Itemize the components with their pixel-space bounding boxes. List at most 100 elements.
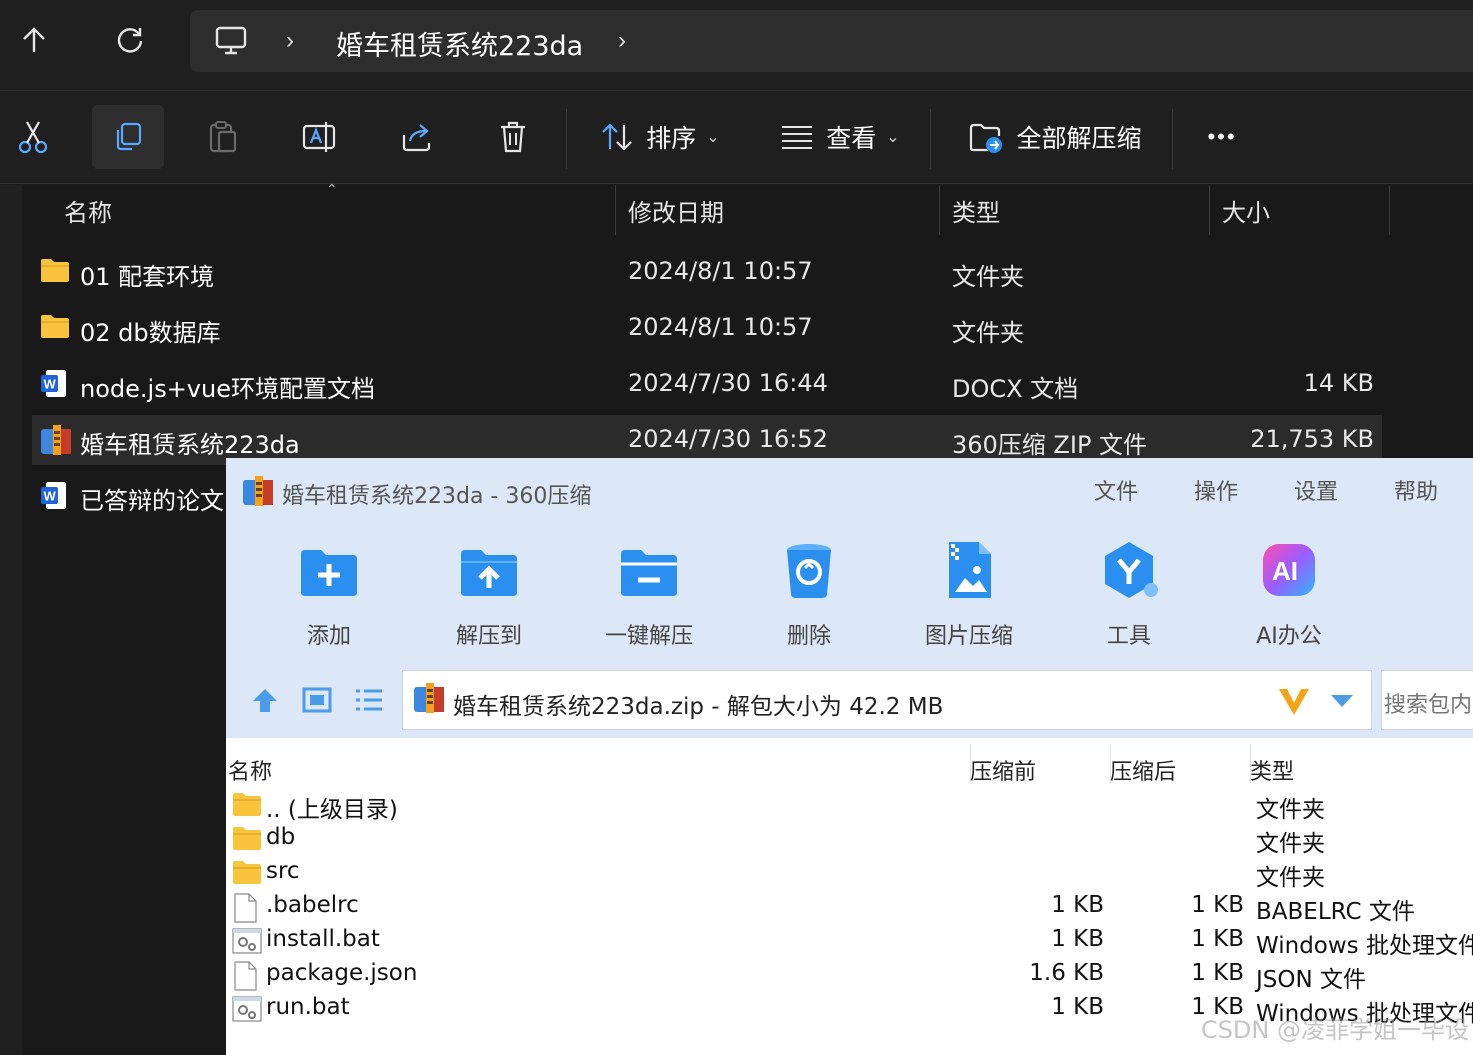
entry-type: 文件夹 — [1256, 865, 1325, 891]
folder-icon — [232, 825, 262, 856]
archiver-title: 婚车租赁系统223da - 360压缩 — [282, 484, 592, 509]
extract-all-icon — [970, 123, 1003, 153]
share-icon[interactable] — [384, 105, 450, 169]
column-divider[interactable] — [615, 185, 616, 235]
sort-icon — [602, 123, 633, 151]
file-row[interactable]: W node.js+vue环境配置文档 2024/7/30 16:44 DOCX… — [32, 359, 1382, 409]
archive-entry-row[interactable]: .babelrc 1 KB 1 KB BABELRC 文件 — [230, 890, 1473, 925]
one-click-extract-button[interactable]: 一键解压 — [594, 538, 704, 650]
entry-size-before: 1.6 KB — [1029, 960, 1104, 986]
archive-search-input[interactable]: 搜索包内 — [1381, 670, 1473, 730]
entry-size-after: 1 KB — [1191, 960, 1244, 986]
copy-icon[interactable] — [92, 105, 164, 169]
address-bar[interactable]: › 婚车租赁系统223da › — [190, 10, 1473, 72]
image-compress-label: 图片压缩 — [924, 624, 1013, 649]
sort-button[interactable]: 排序 ⌄ — [590, 105, 730, 169]
batch-file-icon — [232, 927, 262, 960]
up-arrow-icon[interactable] — [12, 18, 56, 62]
extract-all-button[interactable]: 全部解压缩 — [960, 105, 1150, 169]
menu-operation[interactable]: 操作 — [1194, 474, 1238, 506]
delete-icon[interactable] — [480, 105, 546, 169]
file-type: DOCX 文档 — [952, 375, 1079, 403]
column-divider[interactable] — [1209, 185, 1210, 235]
tools-button[interactable]: 工具 — [1074, 538, 1184, 650]
add-button[interactable]: 添加 — [274, 538, 384, 650]
ai-office-label: AI办公 — [1256, 624, 1322, 649]
add-folder-icon — [297, 538, 361, 602]
zip-archive-icon — [40, 425, 72, 460]
folder-icon — [40, 257, 70, 288]
recycle-bin-icon — [777, 538, 841, 602]
file-name: node.js+vue环境配置文档 — [80, 375, 375, 403]
rename-icon[interactable] — [286, 105, 352, 169]
archive-path-text: 婚车租赁系统223da.zip - 解包大小为 42.2 MB — [453, 694, 944, 720]
command-toolbar: 排序 ⌄ 查看 ⌄ 全部解压缩 ••• — [0, 90, 1473, 184]
toolbar-divider — [930, 109, 931, 169]
word-doc-icon: W — [40, 481, 68, 516]
computer-icon — [214, 24, 248, 63]
archive-path-field[interactable]: 婚车租赁系统223da.zip - 解包大小为 42.2 MB — [402, 670, 1372, 730]
archive-entry-row[interactable]: install.bat 1 KB 1 KB Windows 批处理文件 — [230, 924, 1473, 960]
refresh-icon[interactable] — [108, 18, 152, 62]
dropdown-arrow-icon[interactable] — [1329, 693, 1355, 714]
archive-entry-row[interactable]: db 文件夹 — [230, 822, 1473, 857]
entry-name: package.json — [266, 960, 418, 986]
column-header-size[interactable]: 大小 — [1222, 185, 1270, 235]
file-modified: 2024/7/30 16:52 — [628, 425, 828, 453]
archiver-title-bar: 婚车租赁系统223da - 360压缩 文件 操作 设置 帮助 — [226, 458, 1473, 522]
file-name: 02 db数据库 — [80, 319, 221, 347]
column-header-type[interactable]: 类型 — [952, 185, 1000, 235]
file-name: 婚车租赁系统223da — [80, 431, 300, 459]
archive-entry-row[interactable]: package.json 1.6 KB 1 KB JSON 文件 — [230, 958, 1473, 993]
extract-to-button[interactable]: 解压到 — [434, 538, 544, 650]
chevron-right-icon[interactable]: › — [286, 27, 294, 55]
toolbar-divider — [566, 109, 567, 169]
zip-column-header-type[interactable]: 类型 — [1250, 754, 1294, 786]
zip-column-header-name[interactable]: 名称 — [228, 754, 272, 786]
toolbar-divider — [1172, 109, 1173, 169]
ai-office-icon: AI — [1257, 538, 1321, 602]
zip-column-header-before[interactable]: 压缩前 — [970, 754, 1036, 786]
entry-size-before: 1 KB — [1051, 892, 1104, 918]
entry-size-before: 1 KB — [1051, 926, 1104, 952]
list-view-icon[interactable] — [354, 686, 384, 719]
v-brand-icon[interactable] — [1277, 685, 1311, 722]
paste-icon[interactable] — [190, 105, 256, 169]
column-header-modified[interactable]: 修改日期 — [628, 185, 724, 235]
file-type: 文件夹 — [952, 263, 1024, 291]
archive-entry-row[interactable]: src 文件夹 — [230, 856, 1473, 891]
entry-name: run.bat — [266, 994, 350, 1020]
extract-all-label: 全部解压缩 — [1016, 124, 1142, 153]
zip-archive-icon — [242, 476, 274, 511]
zip-column-header-after[interactable]: 压缩后 — [1110, 754, 1176, 786]
ai-office-button[interactable]: AI AI办公 — [1234, 538, 1344, 650]
file-modified: 2024/8/1 10:57 — [628, 313, 813, 341]
more-options-icon[interactable]: ••• — [1192, 105, 1252, 169]
breadcrumb-current[interactable]: 婚车租赁系统223da — [336, 24, 583, 63]
menu-help[interactable]: 帮助 — [1394, 474, 1438, 506]
image-compress-button[interactable]: 图片压缩 — [914, 538, 1024, 650]
one-click-extract-label: 一键解压 — [604, 624, 693, 649]
folder-icon — [232, 791, 262, 822]
archive-entry-row[interactable]: .. (上级目录) 文件夹 — [230, 788, 1473, 823]
menu-file[interactable]: 文件 — [1094, 474, 1138, 506]
folder-icon — [40, 313, 70, 344]
thumbnail-view-icon[interactable] — [302, 686, 332, 719]
svg-text:W: W — [44, 489, 57, 504]
column-divider[interactable] — [1389, 185, 1390, 235]
column-divider[interactable] — [939, 185, 940, 235]
file-size: 21,753 KB — [1250, 425, 1374, 453]
view-button[interactable]: 查看 ⌄ — [770, 105, 910, 169]
file-row[interactable]: 01 配套环境 2024/8/1 10:57 文件夹 — [32, 247, 1382, 297]
cut-icon[interactable] — [4, 105, 62, 169]
file-modified: 2024/7/30 16:44 — [628, 369, 828, 397]
column-header-name[interactable]: 名称 — [64, 185, 112, 235]
file-type: 360压缩 ZIP 文件 — [952, 431, 1148, 459]
delete-button[interactable]: 删除 — [754, 538, 864, 650]
chevron-right-icon[interactable]: › — [618, 27, 626, 55]
menu-settings[interactable]: 设置 — [1294, 474, 1338, 506]
up-folder-icon[interactable] — [250, 686, 280, 719]
entry-name: install.bat — [266, 926, 380, 952]
word-doc-icon: W — [40, 369, 68, 404]
file-row[interactable]: 02 db数据库 2024/8/1 10:57 文件夹 — [32, 303, 1382, 353]
